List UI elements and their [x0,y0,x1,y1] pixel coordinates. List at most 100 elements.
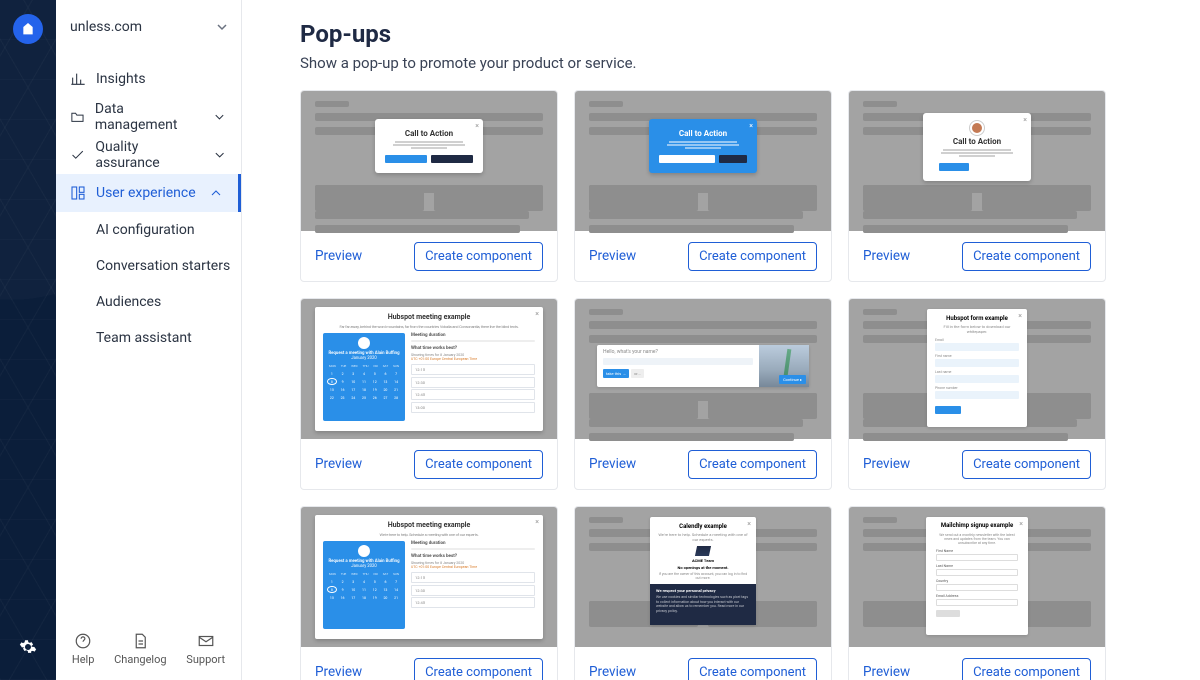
template-card: × Hubspot form example Fill in the form … [848,298,1106,490]
close-icon: × [1018,312,1022,320]
template-card: Hello, what's your name? take this →or..… [574,298,832,490]
caret-down-icon [217,22,227,32]
create-component-button[interactable]: Create component [688,242,817,271]
changelog-link[interactable]: Changelog [114,632,166,666]
folder-icon [70,109,85,125]
template-thumb: × Calendly example We're here to help. S… [575,507,831,647]
close-icon: × [747,520,751,528]
mail-icon [197,632,215,650]
preview-link[interactable]: Preview [589,248,636,264]
sidebar-footer: Help Changelog Support [56,622,241,680]
popup-preview: Hello, what's your name? take this →or..… [597,345,809,387]
nav-data-management[interactable]: Data management [56,98,241,136]
app-rail [0,0,56,680]
document-icon [131,632,149,650]
template-card: × Call to Action Preview Create componen… [300,90,558,282]
check-icon [70,147,85,163]
close-icon: × [1023,116,1027,124]
template-card: × Hubspot meeting example Far far away, … [300,298,558,490]
nav-audiences[interactable]: Audiences [96,284,241,320]
app-logo[interactable] [13,14,43,44]
site-selector[interactable]: unless.com [56,0,241,54]
create-component-button[interactable]: Create component [688,450,817,479]
layout-icon [70,185,86,201]
close-icon: × [535,310,539,318]
close-icon: × [475,122,479,130]
preview-link[interactable]: Preview [863,248,910,264]
help-icon [74,632,92,650]
template-thumb: × Hubspot meeting example Far far away, … [301,299,557,439]
template-card: × Call to Action Preview Create componen… [574,90,832,282]
preview-link[interactable]: Preview [589,664,636,680]
template-thumb: Hello, what's your name? take this →or..… [575,299,831,439]
nav-ai-configuration[interactable]: AI configuration [96,212,241,248]
calendar-widget: Request a meeting with Alain Buffing Jan… [323,333,405,421]
avatar-icon [970,121,984,135]
template-card: × Call to Action Preview Create componen… [848,90,1106,282]
nav-label: Data management [95,101,202,133]
popup-preview: × Call to Action [375,119,483,173]
preview-link[interactable]: Preview [315,248,362,264]
chevron-down-icon [212,109,227,125]
preview-link[interactable]: Preview [863,664,910,680]
calendar-widget: Request a meeting with Alain Buffing Jan… [323,541,405,629]
popup-preview: × Call to Action [923,113,1031,181]
nav-label: Quality assurance [95,139,201,171]
page-subtitle: Show a pop-up to promote your product or… [300,54,1172,72]
nav-insights[interactable]: Insights [56,60,241,98]
rail-background [0,0,56,680]
popup-preview: × Hubspot meeting example Far far away, … [315,307,543,431]
create-component-button[interactable]: Create component [414,242,543,271]
nav-conversation-starters[interactable]: Conversation starters [96,248,241,284]
nav-label: Insights [96,71,146,87]
preview-link[interactable]: Preview [315,664,362,680]
template-thumb: × Hubspot form example Fill in the form … [849,299,1105,439]
chevron-down-icon [212,147,227,163]
template-thumb: × Hubspot meeting example We're here to … [301,507,557,647]
calendly-logo-icon [695,546,711,556]
create-component-button[interactable]: Create component [414,450,543,479]
template-thumb: × Call to Action [575,91,831,231]
main-content: Pop-ups Show a pop-up to promote your pr… [242,0,1200,680]
template-card: × Hubspot meeting example We're here to … [300,506,558,680]
sidebar: unless.com Insights Data management Qual… [56,0,242,680]
create-component-button[interactable]: Create component [688,658,817,680]
popup-preview: × Hubspot form example Fill in the form … [927,309,1027,427]
nav-user-experience[interactable]: User experience [56,174,241,212]
popup-preview: × Mailchimp signup example We send out a… [926,517,1028,635]
sidebar-nav: Insights Data management Quality assuran… [56,54,241,622]
popup-preview: × Hubspot meeting example We're here to … [315,515,543,639]
template-grid: × Call to Action Preview Create componen… [300,90,1172,680]
create-component-button[interactable]: Create component [962,658,1091,680]
nav-label: User experience [96,185,196,201]
close-icon: × [1019,520,1023,528]
template-thumb: × Call to Action [849,91,1105,231]
create-component-button[interactable]: Create component [414,658,543,680]
help-link[interactable]: Help [72,632,95,666]
popup-preview: × Calendly example We're here to help. S… [650,517,756,625]
close-icon: × [749,122,753,130]
time-slots: Meeting duration What time works best? S… [411,333,535,421]
settings-icon[interactable] [19,638,37,660]
nav-sub-items: AI configuration Conversation starters A… [56,212,241,356]
close-icon: × [535,518,539,526]
popup-preview: × Call to Action [649,119,757,173]
nav-team-assistant[interactable]: Team assistant [96,320,241,356]
template-thumb: × Call to Action [301,91,557,231]
template-card: × Calendly example We're here to help. S… [574,506,832,680]
site-selector-label: unless.com [70,19,142,35]
preview-link[interactable]: Preview [315,456,362,472]
nav-quality-assurance[interactable]: Quality assurance [56,136,241,174]
create-component-button[interactable]: Create component [962,242,1091,271]
create-component-button[interactable]: Create component [962,450,1091,479]
support-link[interactable]: Support [186,632,225,666]
template-card: × Mailchimp signup example We send out a… [848,506,1106,680]
bar-chart-icon [70,71,86,87]
preview-link[interactable]: Preview [863,456,910,472]
preview-link[interactable]: Preview [589,456,636,472]
template-thumb: × Mailchimp signup example We send out a… [849,507,1105,647]
banner-image: Continue ▸ [759,345,809,387]
time-slots: Meeting duration What time works best? S… [411,541,535,629]
page-title: Pop-ups [300,20,1172,48]
chevron-up-icon [208,185,224,201]
